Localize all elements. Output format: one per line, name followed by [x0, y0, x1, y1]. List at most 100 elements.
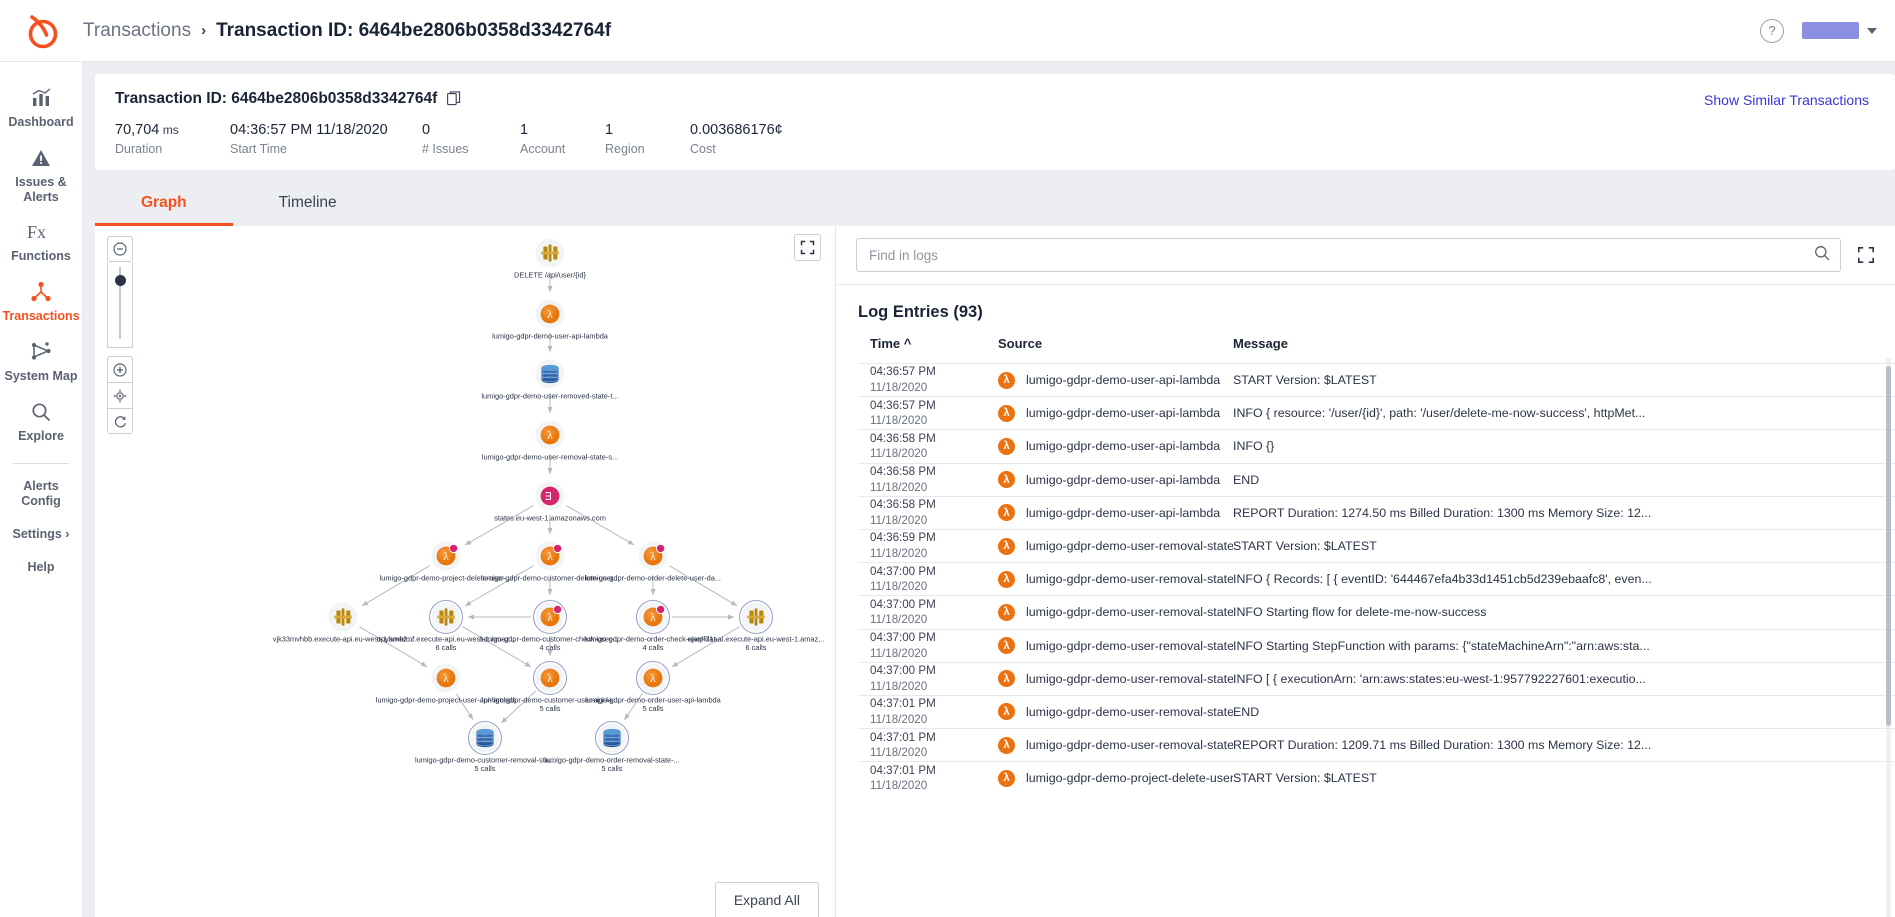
graph-node[interactable]: λlumigo-gdpr-demo-customer-check-user-..…: [480, 599, 620, 653]
graph-node[interactable]: opyluwhfmf.execute-api.eu-west-1.amaz...…: [377, 599, 515, 653]
graph-node[interactable]: λ lumigo-gdpr-demo-user-api-lambda: [492, 299, 609, 341]
table-row[interactable]: 04:37:00 PM 11/18/2020 λ lumigo-gdpr-demo-u…: [858, 562, 1895, 595]
sidebar-item-issues-alerts[interactable]: Issues & Alerts: [0, 136, 83, 211]
metric-duration: 70,704 ms Duration: [115, 122, 230, 156]
center-target-icon[interactable]: [107, 382, 133, 408]
system-map-icon: [29, 340, 53, 364]
sidebar-item-explore[interactable]: Explore: [0, 390, 83, 450]
refresh-layout-icon[interactable]: [107, 408, 133, 434]
column-header-time[interactable]: Time ^: [870, 336, 998, 351]
table-row[interactable]: 04:37:01 PM 11/18/2020 λ lumigo-gdpr-demo-u…: [858, 694, 1895, 728]
metric-value: 0: [422, 122, 431, 138]
zoom-in-icon[interactable]: [107, 356, 133, 382]
table-row[interactable]: 04:36:57 PM 11/18/2020 λ lumigo-gdpr-demo-u…: [858, 363, 1895, 396]
graph-node[interactable]: lumigo-gdpr-demo-customer-removal-sta...…: [415, 720, 555, 774]
tab-timeline[interactable]: Timeline: [233, 180, 383, 226]
log-source: λlumigo-gdpr-demo-user-removal-state-str…: [998, 637, 1233, 655]
sidebar-item-dashboard[interactable]: Dashboard: [0, 76, 83, 136]
logs-title: Log Entries (93): [858, 303, 983, 321]
lambda-icon: λ: [998, 537, 1015, 555]
graph-node[interactable]: λlumigo-gdpr-demo-order-user-api-lambda5…: [585, 660, 722, 714]
graph-node[interactable]: λ lumigo-gdpr-demo-user-removal-state-s..…: [482, 420, 618, 462]
graph-node[interactable]: λlumigo-gdpr-demo-customer-user-api-la..…: [482, 660, 618, 714]
graph-view-controls: [107, 356, 133, 434]
logs-table-header: Time ^ Source Message: [858, 336, 1895, 363]
transaction-graph[interactable]: DELETE /api/user/{id} λ lumigo-gdpr-demo-u…: [95, 226, 835, 917]
node-service-badge-icon: [448, 543, 459, 554]
logs-expand-icon[interactable]: [1853, 242, 1879, 268]
api-gateway-icon: [747, 608, 765, 626]
top-bar: Transactions › Transaction ID: 6464be280…: [0, 0, 1895, 62]
search-box[interactable]: [856, 238, 1841, 272]
user-menu[interactable]: [1802, 22, 1877, 39]
log-time: 04:37:00 PM 11/18/2020: [870, 597, 936, 627]
lambda-icon: λ: [998, 504, 1015, 522]
sidebar-item-alerts-config[interactable]: Alerts Config: [0, 470, 83, 518]
table-row[interactable]: 04:37:00 PM 11/18/2020 λ lumigo-gdpr-demo-u…: [858, 595, 1895, 628]
sidebar: Dashboard Issues & Alerts Fx Functions T…: [0, 62, 83, 917]
sidebar-item-functions[interactable]: Fx Functions: [0, 210, 83, 270]
log-source: λ lumigo-gdpr-demo-user-api-lambda: [998, 371, 1233, 389]
sidebar-item-label: Transactions: [2, 309, 80, 323]
show-similar-transactions-link[interactable]: Show Similar Transactions: [1704, 92, 1869, 108]
log-message: INFO Starting flow for delete-me-now-suc…: [1233, 605, 1487, 620]
search-icon[interactable]: [1814, 245, 1830, 266]
log-time: 04:36:57 PM 11/18/2020: [870, 365, 936, 395]
graph-node[interactable]: ejaqlf71aai.execute-api.eu-west-1.amaz..…: [688, 599, 825, 653]
expand-all-button[interactable]: Expand All: [714, 882, 819, 917]
graph-node[interactable]: DELETE /api/user/{id}: [514, 238, 586, 280]
column-header-message[interactable]: Message: [1233, 336, 1895, 351]
table-row[interactable]: 04:37:00 PM 11/18/2020 λ lumigo-gdpr-demo-u…: [858, 628, 1895, 662]
graph-node[interactable]: λ lumigo-gdpr-demo-order-delete-user-da..…: [585, 541, 721, 583]
sidebar-item-system-map[interactable]: System Map: [0, 330, 83, 390]
fx-icon: Fx: [26, 220, 56, 244]
graph-nodes: DELETE /api/user/{id} λ lumigo-gdpr-demo-u…: [273, 238, 825, 774]
table-row[interactable]: 04:36:58 PM 11/18/2020 λ lumigo-gdpr-demo-u…: [858, 462, 1895, 496]
node-call-count: 5 calls: [602, 764, 623, 773]
sidebar-item-help[interactable]: Help: [0, 551, 83, 584]
log-time: 04:36:58 PM 11/18/2020: [870, 465, 936, 494]
table-row[interactable]: 04:36:57 PM 11/18/2020 λ lumigo-gdpr-demo-u…: [858, 396, 1895, 429]
zoom-out-icon[interactable]: [107, 236, 133, 262]
log-source: λ lumigo-gdpr-demo-user-api-lambda: [998, 471, 1233, 489]
logs-table: Time ^ Source Message 04:36:57 PM 11/18/2…: [836, 336, 1895, 917]
sidebar-item-transactions[interactable]: Transactions: [0, 270, 83, 330]
table-row[interactable]: 04:37:01 PM 11/18/2020 λ lumigo-gdpr-demo-u…: [858, 728, 1895, 761]
log-source: λ lumigo-gdpr-demo-user-api-lambda: [998, 404, 1233, 422]
node-call-count: 5 calls: [475, 764, 496, 773]
table-row[interactable]: 04:36:58 PM 11/18/2020 λ lumigo-gdpr-demo-u…: [858, 429, 1895, 462]
dynamodb-icon: [602, 728, 621, 748]
log-source: λlumigo-gdpr-demo-user-removal-state-str…: [998, 537, 1233, 555]
log-source: λlumigo-gdpr-demo-user-removal-state-str…: [998, 603, 1233, 621]
table-row[interactable]: 04:37:01 PM 11/18/2020 λ lumigo-gdpr-demo-p…: [858, 761, 1895, 794]
table-row[interactable]: 04:36:58 PM 11/18/2020 λ lumigo-gdpr-demo-u…: [858, 495, 1895, 529]
sidebar-item-settings[interactable]: Settings ›: [0, 518, 83, 551]
metric-region: 1 Region: [605, 122, 690, 156]
log-time: 04:37:00 PM 11/18/2020: [870, 630, 936, 660]
help-icon[interactable]: ?: [1760, 18, 1784, 43]
graph-node[interactable]: states.eu-west-1.amazonaws.com: [494, 481, 606, 523]
graph-fullscreen-icon[interactable]: [794, 234, 821, 261]
column-header-source[interactable]: Source: [998, 336, 1233, 351]
tab-graph[interactable]: Graph: [95, 180, 233, 226]
app-root: Transactions › Transaction ID: 6464be280…: [0, 0, 1895, 917]
log-message: START Version: $LATEST: [1233, 373, 1377, 388]
graph-node[interactable]: lumigo-gdpr-demo-order-removal-state-...…: [544, 720, 680, 774]
lumigo-logo-icon: [28, 14, 57, 48]
graph-node[interactable]: lumigo-gdpr-demo-user-removed-state-t...: [481, 359, 619, 401]
zoom-slider-knob[interactable]: [114, 275, 126, 286]
lumigo-logo[interactable]: [0, 0, 83, 62]
search-input[interactable]: [869, 247, 1814, 263]
breadcrumb-transactions-link[interactable]: Transactions: [83, 20, 191, 42]
metric-issues: 0 # Issues: [422, 122, 520, 156]
table-row[interactable]: 04:36:59 PM 11/18/2020 λ lumigo-gdpr-demo-u…: [858, 528, 1895, 562]
zoom-slider[interactable]: [107, 262, 133, 348]
graph-node[interactable]: λlumigo-gdpr-demo-order-check-user-dat..…: [584, 599, 722, 653]
logs-scrollbar-thumb[interactable]: [1886, 366, 1891, 726]
sidebar-item-label: Functions: [11, 249, 71, 264]
graph-edge: [464, 505, 534, 546]
graph-pane[interactable]: DELETE /api/user/{id} λ lumigo-gdpr-demo-u…: [95, 226, 835, 917]
copy-icon[interactable]: [447, 91, 461, 107]
table-row[interactable]: 04:37:00 PM 11/18/2020 λ lumigo-gdpr-demo-u…: [858, 661, 1895, 695]
node-service-badge-icon: [655, 604, 666, 615]
